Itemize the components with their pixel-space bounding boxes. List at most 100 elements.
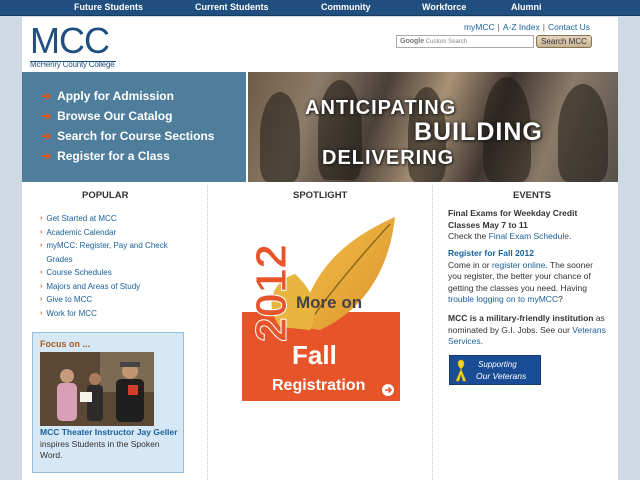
bullet-icon: › [40, 309, 43, 317]
banner-anticipating: ANTICIPATING [305, 97, 457, 119]
bullet-icon: › [40, 282, 43, 290]
popular-item-label: Course Schedules [46, 268, 112, 277]
hero-banner: ANTICIPATING BUILDING DELIVERING [248, 72, 618, 182]
link-contact-us[interactable]: Contact Us [548, 22, 590, 32]
google-label: Google [400, 38, 425, 45]
search-input[interactable]: Google Custom Search [396, 35, 534, 48]
quicklink-register[interactable]: ➔ Register for a Class [22, 146, 246, 166]
focus-box: Focus on ... MCC Theater Instructor Jay … [32, 332, 184, 473]
focus-text: inspires Students in the Spoken Word. [40, 438, 160, 461]
focus-caption: MCC Theater Instructor Jay Geller inspir… [40, 427, 180, 462]
yellow-ribbon-icon [455, 359, 467, 382]
event-title: MCC is a military-friendly institution [448, 313, 594, 323]
popular-item-label: Work for MCC [46, 308, 97, 318]
quicklink-catalog[interactable]: ➔ Browse Our Catalog [22, 106, 246, 126]
quicklink-label: Search for Course Sections [57, 129, 215, 143]
spotlight-heading: SPOTLIGHT [293, 190, 348, 201]
banner-building: BUILDING [414, 118, 543, 146]
popular-heading: POPULAR [82, 190, 129, 201]
nav-alumni[interactable]: Alumni [511, 2, 542, 12]
quicklink-course-sections[interactable]: ➔ Search for Course Sections [22, 126, 246, 146]
event-title-link[interactable]: Register for Fall 2012 [448, 248, 608, 260]
bullet-icon: › [40, 215, 43, 222]
utility-links: myMCC | A-Z Index | Contact Us [464, 22, 590, 32]
event-title: Final Exams for Weekday Credit Classes M… [448, 208, 578, 230]
util-sep: | [497, 22, 500, 32]
popular-item[interactable]: › Get Started at MCC [40, 212, 208, 226]
page-content: MCC McHenry County College myMCC | A-Z Ind… [22, 17, 618, 480]
popular-item-label: Academic Calendar [46, 227, 117, 237]
popular-item-label: Give to MCC [46, 295, 93, 304]
nav-future-students[interactable]: Future Students [74, 2, 143, 12]
search-placeholder: Custom Search [425, 39, 468, 45]
quicklink-apply[interactable]: ➔ Apply for Admission [22, 86, 246, 106]
popular-item-label: Majors and Areas of Study [46, 281, 141, 291]
event-body: Come in or register online. The sooner y… [448, 260, 608, 306]
quicklink-label: Browse Our Catalog [57, 109, 173, 123]
spotlight-more-on: More on [296, 293, 362, 312]
nav-current-students[interactable]: Current Students [195, 2, 269, 12]
focus-photo-figures [40, 352, 154, 426]
nav-community[interactable]: Community [321, 2, 371, 12]
quick-links-panel: ➔ Apply for Admission ➔ Browse Our Catalog… [22, 72, 246, 182]
event-register-fall: Register for Fall 2012 Come in or regist… [448, 248, 608, 306]
search-button[interactable]: Search MCC [536, 35, 592, 48]
popular-item[interactable]: › Majors and Areas of Study [40, 280, 208, 294]
bullet-icon: › [40, 228, 43, 236]
bullet-icon: › [40, 269, 43, 276]
event-text: . [568, 231, 572, 241]
spotlight-registration: Registration [272, 377, 365, 394]
badge-line2: Our Veterans [476, 371, 527, 381]
banner-delivering: DELIVERING [322, 147, 455, 169]
spotlight-year: 2012 [247, 244, 296, 342]
trouble-logging-on-link[interactable]: trouble logging on to myMCC [448, 294, 558, 304]
popular-item-cont[interactable]: ›Grades [40, 253, 208, 267]
badge-line1: Supporting [478, 360, 517, 369]
popular-item-label: Get Started at MCC [46, 214, 117, 223]
popular-item-label: myMCC: Register, Pay and Check [46, 241, 168, 250]
focus-photo[interactable] [40, 352, 154, 426]
banner-figure [260, 92, 300, 182]
popular-item[interactable]: › Give to MCC [40, 293, 208, 307]
spotlight-graphic[interactable]: 2012 More on Fall Registration [240, 212, 400, 402]
focus-link[interactable]: MCC Theater Instructor Jay Geller [40, 427, 177, 437]
event-military: MCC is a military-friendly institution a… [448, 313, 608, 348]
quicklink-label: Apply for Admission [57, 89, 174, 103]
popular-item[interactable]: › myMCC: Register, Pay and Check [40, 239, 208, 253]
nav-workforce[interactable]: Workforce [422, 2, 466, 12]
event-body: MCC is a military-friendly institution a… [448, 313, 608, 348]
final-exam-schedule-link[interactable]: Final Exam Schedule [489, 231, 569, 241]
popular-item-label: Grades [46, 254, 73, 264]
event-text: . [480, 336, 483, 346]
supporting-veterans-badge[interactable]: Supporting Our Veterans [449, 355, 541, 385]
column-divider [432, 185, 433, 480]
arrow-icon: ➔ [41, 89, 52, 103]
bullet-icon: › [40, 242, 43, 249]
bullet-icon: › [40, 296, 43, 303]
arrow-icon: ➔ [41, 129, 52, 143]
logo-rule [30, 61, 116, 62]
events-heading: EVENTS [513, 190, 552, 201]
link-a-z-index[interactable]: A-Z Index [503, 22, 540, 32]
event-text: Check the [448, 231, 489, 241]
college-logo[interactable]: MCC McHenry County College [30, 20, 116, 69]
event-final-exams: Final Exams for Weekday Credit Classes M… [448, 208, 608, 243]
logo-mark: MCC [30, 20, 110, 61]
util-sep: | [542, 22, 545, 32]
event-text: ? [558, 294, 563, 304]
popular-item[interactable]: › Course Schedules [40, 266, 208, 280]
popular-item[interactable]: › Work for MCC [40, 307, 208, 321]
top-navigation: Future Students Current Students Communi… [0, 0, 640, 16]
link-mymcc[interactable]: myMCC [464, 22, 495, 32]
event-body: Check the Final Exam Schedule. [448, 231, 608, 243]
focus-title: Focus on ... [40, 339, 91, 349]
event-text: Come in or [448, 259, 492, 270]
popular-list: › Get Started at MCC › Academic Calendar ›… [40, 212, 208, 320]
quicklink-label: Register for a Class [57, 149, 170, 163]
banner-figure [558, 84, 608, 182]
popular-item[interactable]: › Academic Calendar [40, 226, 208, 240]
register-online-link[interactable]: register online [492, 260, 545, 270]
fall-registration-graphic: 2012 More on Fall Registration [242, 217, 400, 401]
arrow-icon: ➔ [41, 109, 52, 123]
spotlight-fall: Fall [292, 340, 337, 370]
